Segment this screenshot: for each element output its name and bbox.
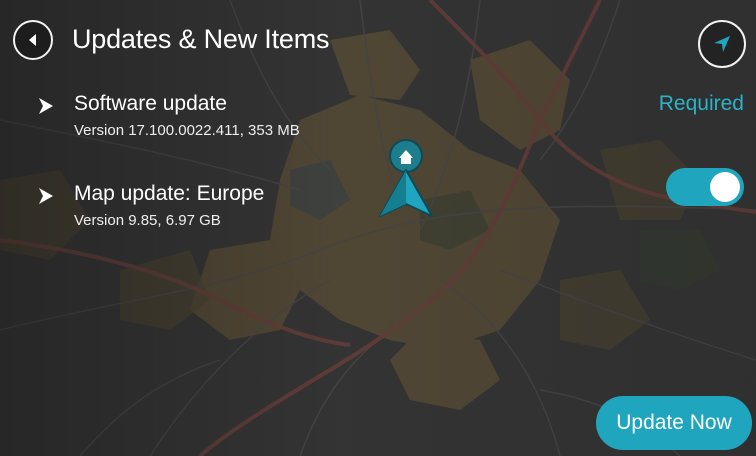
chevron-left-icon — [29, 34, 36, 46]
back-button[interactable] — [13, 20, 53, 60]
navigation-arrow-icon — [714, 36, 730, 52]
update-now-button[interactable]: Update Now — [596, 396, 752, 450]
software-update-version: Version 17.100.0022.411, 353 MB — [74, 122, 300, 139]
update-screen: Updates & New Items Software update Vers… — [0, 0, 756, 456]
map-update-version: Version 9.85, 6.97 GB — [74, 212, 221, 229]
map-update-toggle[interactable] — [666, 168, 744, 206]
chevron-right-icon — [39, 188, 53, 204]
software-update-row[interactable]: Software update Version 17.100.0022.411,… — [36, 90, 744, 146]
software-update-title: Software update — [74, 92, 227, 115]
toggle-knob — [710, 172, 740, 202]
page-title: Updates & New Items — [72, 24, 330, 54]
required-status: Required — [658, 92, 744, 115]
map-update-title: Map update: Europe — [74, 182, 265, 205]
navigation-button[interactable] — [698, 20, 746, 68]
map-update-row[interactable]: Map update: Europe Version 9.85, 6.97 GB — [36, 168, 744, 236]
chevron-right-icon — [39, 98, 53, 114]
